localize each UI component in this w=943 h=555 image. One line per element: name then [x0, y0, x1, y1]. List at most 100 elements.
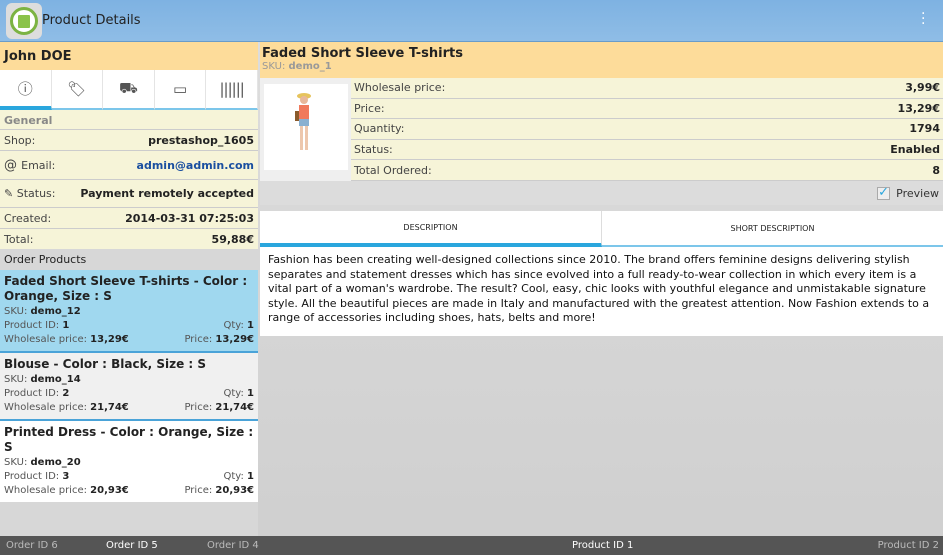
- status-label: Status:: [16, 187, 56, 200]
- qty-label: Qty:: [223, 471, 244, 482]
- product-panel: Faded Short Sleeve T-shirts SKU: demo_1 …: [260, 42, 943, 336]
- order-tabs: ⓘ 🏷 ⛟ ▭ ||||||: [0, 70, 258, 110]
- order-product-item[interactable]: Printed Dress - Color : Orange, Size : S…: [0, 421, 258, 502]
- sku-label: SKU:: [4, 306, 28, 317]
- prop-value: 8: [932, 163, 940, 177]
- sku-label: SKU:: [262, 61, 286, 72]
- price-label: Price:: [184, 485, 213, 496]
- customer-name: John DOE: [0, 42, 258, 70]
- pager-strip: Order ID 6 Order ID 5 Order ID 4 Product…: [0, 536, 943, 555]
- prop-label: Price:: [354, 101, 385, 115]
- email-link[interactable]: admin@admin.com: [137, 159, 254, 172]
- pid-label: Product ID:: [4, 388, 60, 399]
- pager-product-1[interactable]: Product ID 1: [572, 540, 633, 551]
- app-logo-icon[interactable]: [6, 3, 42, 39]
- preview-row: ✓ Preview: [260, 181, 943, 205]
- pager-order-6[interactable]: Order ID 6: [6, 540, 58, 551]
- tab-short-description[interactable]: SHORT DESCRIPTION: [602, 211, 943, 247]
- item-wprice: 21,74€: [90, 402, 129, 413]
- prop-label: Total Ordered:: [354, 163, 432, 177]
- item-qty: 1: [247, 388, 254, 399]
- sku-label: SKU:: [4, 457, 28, 468]
- shop-row: Shop: prestashop_1605: [0, 130, 258, 151]
- pager-product-2[interactable]: Product ID 2: [878, 540, 939, 551]
- item-price: 21,74€: [215, 402, 254, 413]
- preview-checkbox[interactable]: ✓: [877, 186, 891, 200]
- model-figure-icon: [264, 84, 348, 170]
- item-pid: 2: [62, 388, 70, 399]
- credit-card-icon[interactable]: ▭: [154, 70, 207, 110]
- tag-icon[interactable]: 🏷: [51, 70, 104, 110]
- item-sku: demo_12: [30, 306, 81, 317]
- truck-icon[interactable]: ⛟: [103, 70, 155, 110]
- action-bar: Product Details · · ·: [0, 0, 943, 42]
- total-value: 59,88€: [211, 232, 254, 246]
- order-product-item[interactable]: Blouse - Color : Black, Size : S SKU: de…: [0, 353, 258, 421]
- item-pid: 3: [62, 471, 70, 482]
- shop-label: Shop:: [4, 133, 36, 147]
- pencil-icon[interactable]: ✎: [4, 187, 17, 200]
- pid-label: Product ID:: [4, 471, 60, 482]
- at-icon: @: [4, 157, 22, 173]
- total-label: Total:: [4, 232, 34, 246]
- item-wprice: 13,29€: [90, 334, 129, 345]
- product-image: [260, 78, 351, 181]
- prop-value: Enabled: [890, 143, 940, 157]
- item-pid: 1: [62, 320, 70, 331]
- product-header: Faded Short Sleeve T-shirts SKU: demo_1: [260, 42, 943, 78]
- product-prop-row: Price: 13,29€: [351, 98, 943, 120]
- status-value: Payment remotely accepted: [80, 187, 254, 200]
- total-row: Total: 59,88€: [0, 229, 258, 249]
- item-name: Faded Short Sleeve T-shirts - Color : Or…: [4, 274, 248, 303]
- preview-label: Preview: [896, 186, 939, 200]
- prop-value: 13,29€: [897, 101, 940, 115]
- general-label: General: [0, 110, 258, 130]
- item-price: 13,29€: [215, 334, 254, 345]
- pager-order-4[interactable]: Order ID 4: [207, 540, 259, 551]
- price-label: Price:: [184, 402, 213, 413]
- info-icon[interactable]: ⓘ: [0, 70, 52, 110]
- item-wprice: 20,93€: [90, 485, 129, 496]
- price-label: Price:: [184, 334, 213, 345]
- item-qty: 1: [247, 320, 254, 331]
- item-name: Blouse - Color : Black, Size : S: [4, 357, 207, 371]
- qty-label: Qty:: [223, 388, 244, 399]
- order-products-label: Order Products: [0, 249, 258, 270]
- created-value: 2014-03-31 07:25:03: [125, 211, 254, 225]
- item-sku: demo_14: [30, 374, 81, 385]
- sku-label: SKU:: [4, 374, 28, 385]
- order-product-item[interactable]: Faded Short Sleeve T-shirts - Color : Or…: [0, 270, 258, 353]
- wprice-label: Wholesale price:: [4, 485, 87, 496]
- item-price: 20,93€: [215, 485, 254, 496]
- product-prop-row: Wholesale price: 3,99€: [351, 78, 943, 99]
- barcode-icon[interactable]: ||||||: [206, 70, 258, 110]
- created-label: Created:: [4, 211, 52, 225]
- shop-value: prestashop_1605: [148, 133, 254, 147]
- prop-label: Quantity:: [354, 122, 405, 136]
- item-name: Printed Dress - Color : Orange, Size : S: [4, 425, 254, 454]
- page-title: Product Details: [42, 13, 141, 28]
- qty-label: Qty:: [223, 320, 244, 331]
- product-prop-row: Status: Enabled: [351, 139, 943, 161]
- prop-label: Wholesale price:: [354, 81, 446, 95]
- product-description: Fashion has been creating well-designed …: [260, 247, 943, 336]
- item-qty: 1: [247, 471, 254, 482]
- order-panel: John DOE ⓘ 🏷 ⛟ ▭ |||||| General Shop: pre…: [0, 42, 258, 536]
- product-prop-row: Total Ordered: 8: [351, 160, 943, 181]
- wprice-label: Wholesale price:: [4, 402, 87, 413]
- wprice-label: Wholesale price:: [4, 334, 87, 345]
- tab-description[interactable]: DESCRIPTION: [260, 211, 602, 247]
- created-row: Created: 2014-03-31 07:25:03: [0, 208, 258, 229]
- prop-label: Status:: [354, 143, 393, 157]
- pid-label: Product ID:: [4, 320, 60, 331]
- email-row: @ Email: admin@admin.com: [0, 151, 258, 180]
- product-name: Faded Short Sleeve T-shirts: [262, 46, 463, 61]
- overflow-menu-icon[interactable]: · · ·: [921, 7, 925, 31]
- prop-value: 3,99€: [905, 81, 940, 95]
- status-row: ✎ Status: Payment remotely accepted: [0, 180, 258, 208]
- item-sku: demo_20: [30, 457, 81, 468]
- prop-value: 1794: [909, 122, 940, 136]
- sku-value: demo_1: [288, 61, 332, 72]
- pager-order-5[interactable]: Order ID 5: [106, 540, 158, 551]
- email-label: Email:: [21, 158, 56, 172]
